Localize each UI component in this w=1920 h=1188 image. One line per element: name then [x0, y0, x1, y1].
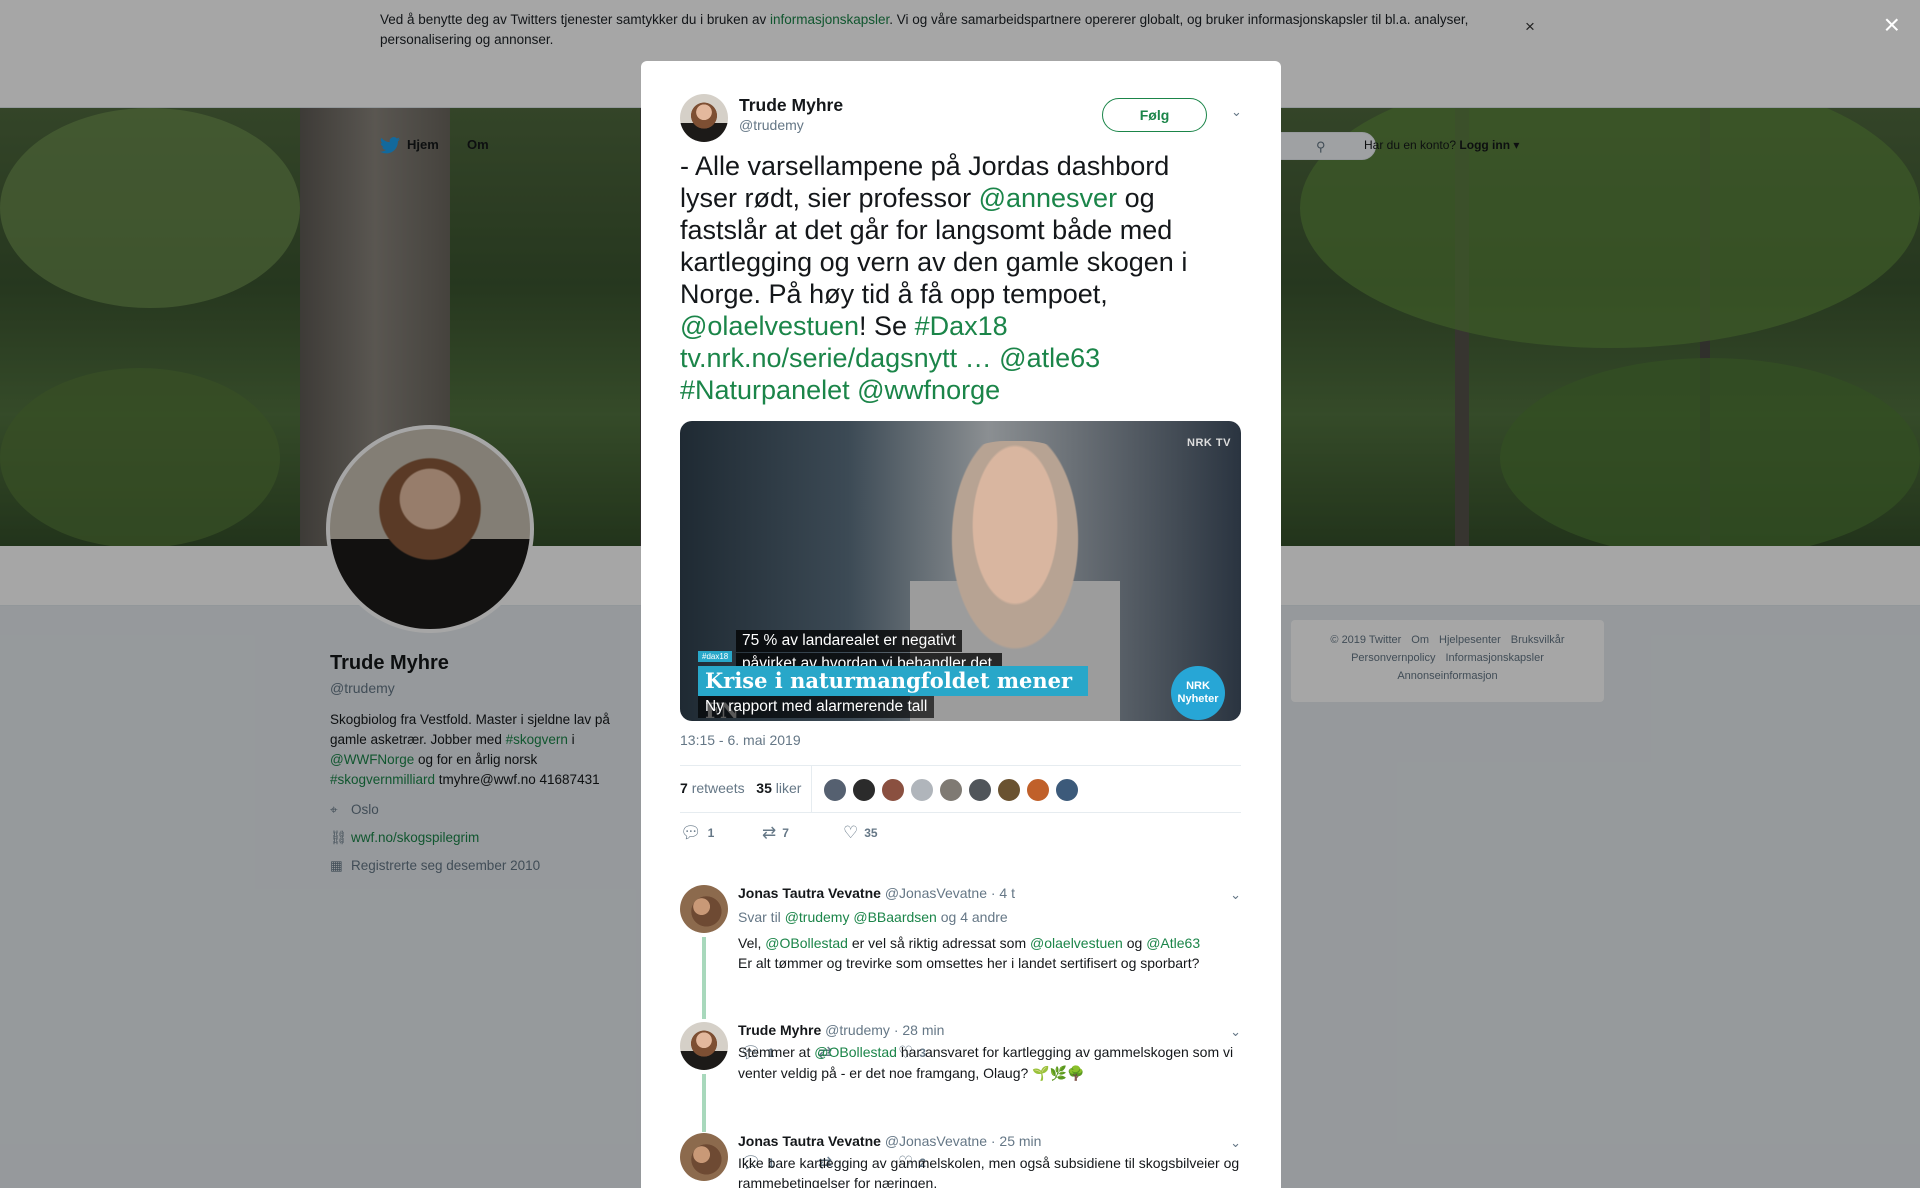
liker-avatar[interactable] [968, 778, 992, 802]
like-button[interactable]: ♡ 35 [843, 823, 878, 843]
retweet-count[interactable]: 7 [680, 780, 688, 796]
chevron-down-icon[interactable]: ⌄ [1230, 1135, 1241, 1151]
reply-avatar[interactable] [680, 885, 728, 933]
nrk-nyheter-logo: NRK Nyheter [1171, 666, 1225, 720]
reply-text: Stemmer at @OBollestad har ansvaret for … [738, 1044, 1234, 1081]
author-name[interactable]: Trude Myhre [739, 95, 843, 116]
heart-icon: ♡ [843, 823, 859, 842]
reply-time[interactable]: · 25 min [991, 1133, 1042, 1149]
liker-avatar[interactable] [910, 778, 934, 802]
reply-author-name[interactable]: Jonas Tautra Vevatne [738, 1133, 881, 1149]
mention-link[interactable]: @OBollestad [814, 1044, 897, 1060]
close-icon[interactable]: × [1884, 10, 1900, 40]
reply-header: Jonas Tautra Vevatne @JonasVevatne · 4 t [738, 885, 1015, 901]
author-avatar[interactable] [680, 94, 728, 142]
video-caption: 75 % av landarealet er negativt [736, 630, 962, 652]
tweet-stats: 7 retweets 35 liker [680, 765, 1241, 813]
liker-avatar[interactable] [997, 778, 1021, 802]
chevron-down-icon[interactable]: ⌄ [1230, 1024, 1241, 1040]
author-handle[interactable]: @trudemy [739, 117, 804, 133]
reply-button[interactable]: 💬︎ 1 [680, 823, 714, 843]
video-hashtag: #dax18 [698, 651, 733, 662]
retweet-button[interactable]: ⇄ 7 [762, 823, 789, 843]
chevron-down-icon[interactable]: ⌄ [1231, 104, 1242, 120]
liker-avatar[interactable] [823, 778, 847, 802]
reply-text: Vel, @OBollestad er vel så riktig adress… [738, 935, 1201, 971]
mention-link[interactable]: @Atle63 [1146, 935, 1200, 951]
liker-avatar[interactable] [852, 778, 876, 802]
mention-link[interactable]: @trudemy @BBaardsen [785, 909, 937, 925]
mention-link[interactable]: @OBollestad [765, 935, 848, 951]
reply-text: Ikke bare kartlegging av gammelskolen, m… [738, 1155, 1240, 1188]
liker-avatar[interactable] [1026, 778, 1050, 802]
liker-avatar[interactable] [939, 778, 963, 802]
mention-link[interactable]: @annesver [979, 183, 1117, 213]
mention-link[interactable]: @atle63 [999, 343, 1100, 373]
reply-header: Trude Myhre @trudemy · 28 min [738, 1022, 944, 1038]
reply-tweet[interactable]: Jonas Tautra Vevatne @JonasVevatne · 25 … [680, 1133, 1241, 1188]
reply-time[interactable]: · 4 t [991, 885, 1015, 901]
tweet-modal: Trude Myhre @trudemy Følg ⌄ - Alle varse… [641, 61, 1281, 1188]
reply-to: Svar til @trudemy @BBaardsen og 4 andre [738, 909, 1008, 925]
hashtag-link[interactable]: #Naturpanelet [680, 375, 850, 405]
tweet-actions: 💬︎ 1 ⇄ 7 ♡ 35 [680, 823, 1241, 853]
reply-icon: 💬︎ [680, 823, 702, 842]
retweet-icon: ⇄ [762, 823, 777, 842]
reply-header: Jonas Tautra Vevatne @JonasVevatne · 25 … [738, 1133, 1041, 1149]
reply-avatar[interactable] [680, 1022, 728, 1070]
like-count[interactable]: 35 [756, 780, 772, 796]
reply-avatar[interactable] [680, 1133, 728, 1181]
reply-time[interactable]: · 28 min [894, 1022, 945, 1038]
reply-author-handle[interactable]: @trudemy [825, 1022, 890, 1038]
tweet-text: - Alle varsellampene på Jordas dashbord … [680, 151, 1188, 405]
nrk-tv-logo: NRK TV [1187, 437, 1231, 449]
reply-author-handle[interactable]: @JonasVevatne [885, 885, 987, 901]
video-subline: Ny rapport med alarmerende tall [698, 696, 935, 718]
tweet-timestamp[interactable]: 13:15 - 6. mai 2019 [680, 732, 801, 748]
liker-avatar[interactable] [1055, 778, 1079, 802]
thread-line [702, 937, 706, 1019]
tweet-video[interactable]: NRK TV 75 % av landarealet er negativt p… [680, 421, 1241, 721]
mention-link[interactable]: @wwfnorge [857, 375, 1000, 405]
chevron-down-icon[interactable]: ⌄ [1230, 887, 1241, 903]
follow-button[interactable]: Følg [1102, 98, 1207, 132]
video-headline: Krise i naturmangfoldet mener FN [698, 666, 1088, 721]
thread-line [702, 1074, 706, 1132]
reply-author-name[interactable]: Jonas Tautra Vevatne [738, 885, 881, 901]
mention-link[interactable]: @olaelvestuen [1030, 935, 1123, 951]
reply-author-name[interactable]: Trude Myhre [738, 1022, 821, 1038]
url-link[interactable]: tv.nrk.no/serie/dagsnytt … [680, 343, 992, 373]
reply-tweet[interactable]: Trude Myhre @trudemy · 28 min ⌄ Stemmer … [680, 1022, 1241, 1172]
stats-counts: 7 retweets 35 liker [680, 780, 802, 796]
liker-avatar[interactable] [881, 778, 905, 802]
reply-tweet[interactable]: Jonas Tautra Vevatne @JonasVevatne · 4 t… [680, 885, 1241, 1062]
mention-link[interactable]: @olaelvestuen [680, 311, 859, 341]
reply-author-handle[interactable]: @JonasVevatne [885, 1133, 987, 1149]
hashtag-link[interactable]: #Dax18 [915, 311, 1008, 341]
